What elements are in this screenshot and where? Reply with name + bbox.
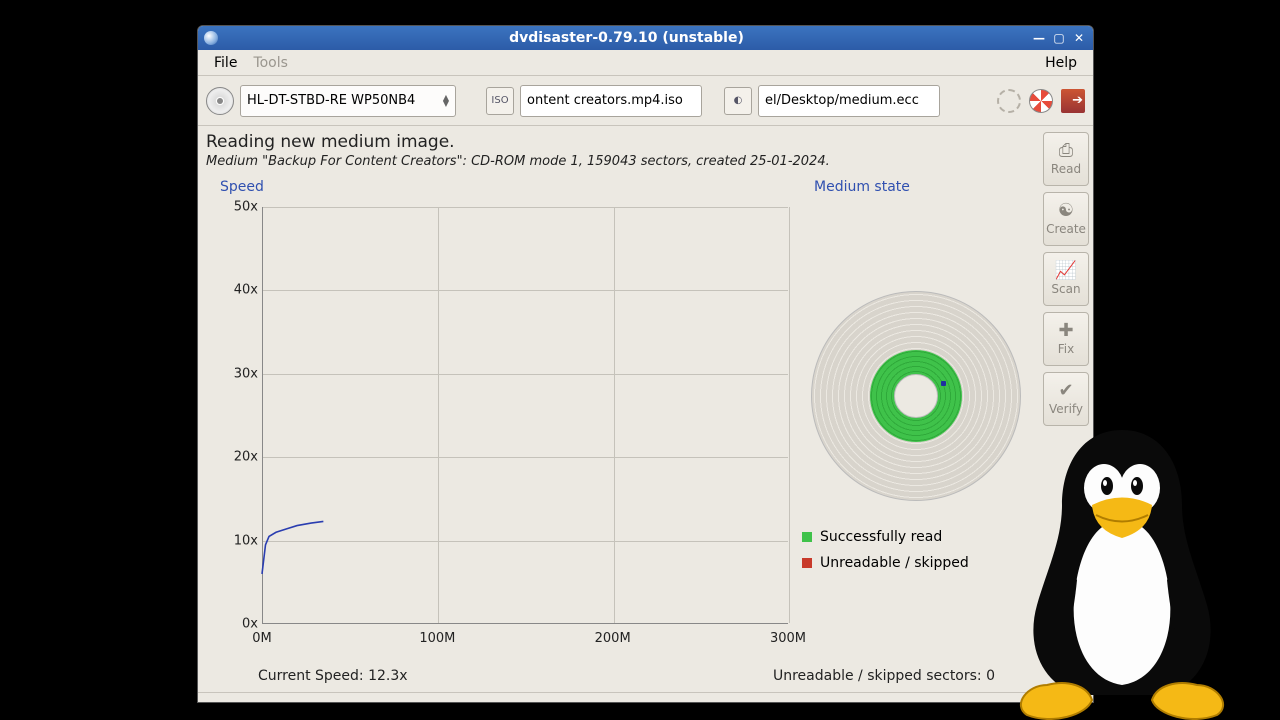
scan-button-label: Scan — [1051, 282, 1080, 296]
create-button[interactable]: ☯ Create — [1043, 192, 1089, 246]
speed-line — [262, 207, 788, 624]
image-path-field[interactable]: ontent creators.mp4.iso — [520, 85, 702, 117]
disc-icon — [206, 87, 234, 115]
y-tick: 10x — [218, 533, 258, 548]
y-tick: 30x — [218, 366, 258, 381]
create-button-label: Create — [1046, 222, 1086, 236]
menu-file[interactable]: File — [206, 52, 245, 74]
status-heading: Reading new medium image. — [206, 132, 1031, 152]
legend-swatch-bad — [802, 558, 812, 568]
ecc-path-field[interactable]: el/Desktop/medium.ecc — [758, 85, 940, 117]
x-tick: 0M — [252, 631, 272, 646]
statusbar — [198, 692, 1093, 702]
body: Reading new medium image. Medium "Backup… — [198, 126, 1093, 692]
scan-button[interactable]: 📈 Scan — [1043, 252, 1089, 306]
y-tick: 50x — [218, 200, 258, 215]
disc-spiral-hole — [894, 374, 938, 418]
ecc-file-icon[interactable]: ◐ — [724, 87, 752, 115]
image-path-value: ontent creators.mp4.iso — [527, 93, 683, 108]
image-file-icon[interactable]: ISO — [486, 87, 514, 115]
medium-state-panel: Medium state Successfully read — [800, 177, 1031, 664]
help-icon[interactable] — [1029, 89, 1053, 113]
maximize-button[interactable]: ▢ — [1051, 31, 1067, 45]
x-tick: 200M — [595, 631, 631, 646]
verify-button[interactable]: ✔ Verify — [1043, 372, 1089, 426]
window-title: dvdisaster-0.79.10 (unstable) — [226, 30, 1027, 46]
chevron-updown-icon: ▲▼ — [443, 95, 449, 107]
current-speed-label: Current Speed: 12.3x — [258, 668, 408, 684]
verify-icon: ✔ — [1058, 382, 1073, 400]
close-button[interactable]: ✕ — [1071, 31, 1087, 45]
menubar: File Tools Help — [198, 50, 1093, 76]
legend-label-ok: Successfully read — [820, 529, 942, 545]
verify-button-label: Verify — [1049, 402, 1083, 416]
x-tick: 300M — [770, 631, 806, 646]
app-window: dvdisaster-0.79.10 (unstable) — ▢ ✕ File… — [197, 25, 1094, 703]
y-tick: 20x — [218, 450, 258, 465]
state-panel-title: Medium state — [800, 177, 924, 201]
legend-row-bad: Unreadable / skipped — [802, 555, 969, 571]
drive-selector-value: HL-DT-STBD-RE WP50NB4 — [247, 93, 415, 108]
read-button[interactable]: ⎙ Read — [1043, 132, 1089, 186]
minimize-button[interactable]: — — [1031, 31, 1047, 45]
legend: Successfully read Unreadable / skipped — [800, 529, 969, 581]
legend-swatch-ok — [802, 532, 812, 542]
settings-icon[interactable] — [997, 89, 1021, 113]
unreadable-count-label: Unreadable / skipped sectors: 0 — [773, 668, 995, 684]
scan-icon: 📈 — [1055, 262, 1077, 280]
read-icon: ⎙ — [1059, 142, 1073, 160]
y-tick: 40x — [218, 283, 258, 298]
x-tick: 100M — [419, 631, 455, 646]
quit-icon[interactable] — [1061, 89, 1085, 113]
titlebar[interactable]: dvdisaster-0.79.10 (unstable) — ▢ ✕ — [198, 26, 1093, 50]
menu-help[interactable]: Help — [1037, 52, 1085, 74]
legend-label-bad: Unreadable / skipped — [820, 555, 969, 571]
disc-spiral-cursor — [941, 381, 946, 386]
menu-tools[interactable]: Tools — [245, 52, 296, 74]
fix-button[interactable]: ✚ Fix — [1043, 312, 1089, 366]
app-icon — [204, 31, 218, 45]
create-icon: ☯ — [1058, 202, 1074, 220]
footer: Current Speed: 12.3x Unreadable / skippe… — [206, 664, 1031, 688]
ecc-path-value: el/Desktop/medium.ecc — [765, 93, 919, 108]
speed-chart: 0x10x20x30x40x50x0M100M200M300M — [218, 201, 796, 664]
status-subheading: Medium "Backup For Content Creators": CD… — [206, 154, 1031, 169]
speed-panel: Speed 0x10x20x30x40x50x0M100M200M300M — [206, 177, 796, 664]
fix-icon: ✚ — [1058, 322, 1073, 340]
fix-button-label: Fix — [1058, 342, 1074, 356]
speed-panel-title: Speed — [206, 177, 796, 201]
read-button-label: Read — [1051, 162, 1081, 176]
legend-row-ok: Successfully read — [802, 529, 969, 545]
y-tick: 0x — [218, 617, 258, 632]
action-sidebar: ⎙ Read ☯ Create 📈 Scan ✚ Fix ✔ Verify — [1039, 126, 1093, 692]
disc-spiral — [811, 291, 1021, 501]
drive-selector[interactable]: HL-DT-STBD-RE WP50NB4 ▲▼ — [240, 85, 456, 117]
toolbar: HL-DT-STBD-RE WP50NB4 ▲▼ ISO ontent crea… — [198, 76, 1093, 126]
